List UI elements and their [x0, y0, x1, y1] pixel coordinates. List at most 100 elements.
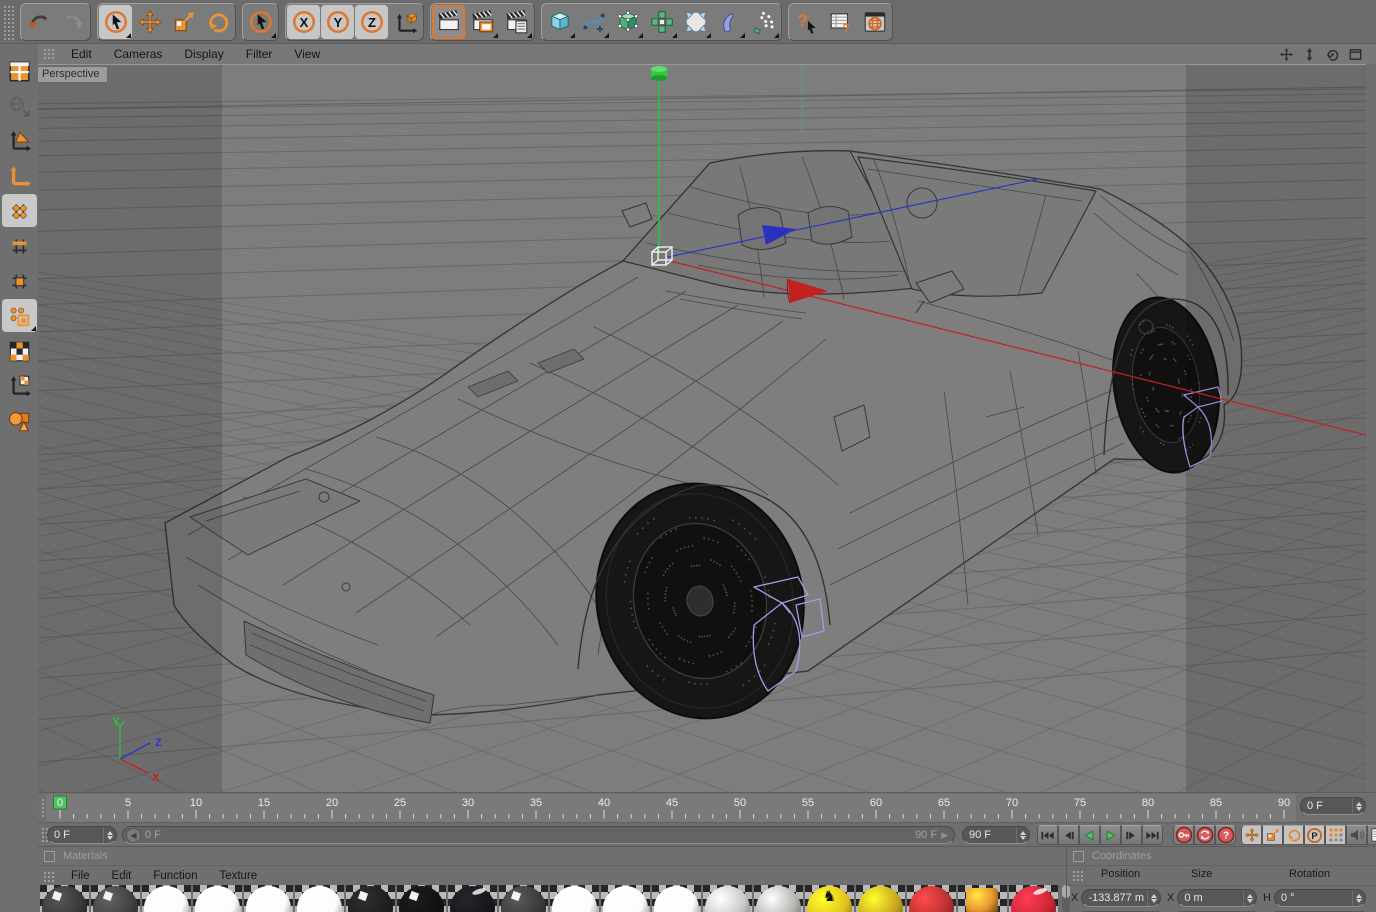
- rotate-tool-icon[interactable]: [201, 5, 234, 39]
- materials-menu-function[interactable]: Function: [142, 868, 208, 884]
- next-frame-icon[interactable]: [1121, 825, 1142, 845]
- spinner-icon[interactable]: [103, 827, 116, 843]
- material-swatch[interactable]: [1009, 885, 1058, 912]
- polygons-mode-icon[interactable]: [2, 264, 37, 297]
- spinner-icon[interactable]: [1243, 890, 1256, 906]
- lock-z-axis-icon[interactable]: Z: [355, 4, 388, 39]
- play-backwards-icon[interactable]: [1079, 825, 1100, 845]
- end-frame-field[interactable]: 90 F: [962, 826, 1030, 844]
- coordinates-drag-handle[interactable]: [1071, 869, 1084, 881]
- record-options-icon[interactable]: ?: [1215, 825, 1236, 845]
- viewport-canvas[interactable]: Y Z X: [0, 65, 1376, 866]
- power-slider[interactable]: ◀ 0 F 90 F ▶: [122, 826, 955, 844]
- material-swatch[interactable]: [142, 885, 191, 912]
- coordinates-title-bar[interactable]: Coordinates: [1067, 847, 1376, 866]
- record-keyframe-icon[interactable]: [1173, 825, 1194, 845]
- viewport[interactable]: Perspective Y Z X: [0, 64, 1376, 866]
- content-browser-icon[interactable]: [858, 5, 891, 39]
- command-manager-icon[interactable]: ?: [824, 5, 857, 39]
- record-scale-icon[interactable]: [1262, 825, 1283, 845]
- render-doc-icon[interactable]: [1367, 825, 1376, 845]
- dolly-view-icon[interactable]: [1300, 45, 1318, 63]
- sound-icon[interactable]: [1346, 825, 1367, 845]
- points-mode-icon[interactable]: [1, 194, 37, 227]
- material-swatch[interactable]: ♞: [805, 885, 854, 912]
- previous-frame-icon[interactable]: [1058, 825, 1079, 845]
- bend-deformer-icon[interactable]: [713, 5, 746, 39]
- object-axis-mode-icon[interactable]: [2, 159, 37, 192]
- size-x-field[interactable]: 0 m: [1177, 889, 1258, 907]
- spinner-icon[interactable]: [1147, 890, 1160, 906]
- orbit-view-icon[interactable]: [1323, 45, 1341, 63]
- timeline-frame-field[interactable]: 0 F: [1300, 797, 1366, 815]
- material-swatch[interactable]: [295, 885, 344, 912]
- lock-y-axis-icon[interactable]: Y: [321, 4, 354, 39]
- record-pla-icon[interactable]: [1325, 825, 1346, 845]
- uv-points-mode-icon[interactable]: [1, 299, 37, 332]
- hypernurbs-icon[interactable]: [611, 5, 644, 39]
- material-swatch[interactable]: [448, 885, 497, 912]
- menu-view[interactable]: View: [283, 45, 331, 63]
- scale-tool-icon[interactable]: [167, 5, 200, 39]
- live-selection-icon[interactable]: [99, 4, 132, 39]
- selection-tool-icon[interactable]: [244, 5, 277, 39]
- render-view-icon[interactable]: [432, 4, 465, 39]
- texture-axis-mode-icon[interactable]: [2, 369, 37, 402]
- material-swatch[interactable]: [550, 885, 599, 912]
- material-swatch[interactable]: [244, 885, 293, 912]
- material-swatch[interactable]: [907, 885, 956, 912]
- material-swatch[interactable]: [703, 885, 752, 912]
- material-swatch[interactable]: [397, 885, 446, 912]
- particle-emitter-icon[interactable]: [747, 5, 780, 39]
- spline-icon[interactable]: [577, 5, 610, 39]
- slider-handle[interactable]: ◀: [126, 827, 141, 843]
- menu-cameras[interactable]: Cameras: [103, 45, 174, 63]
- materials-menu-file[interactable]: File: [60, 868, 101, 884]
- record-position-icon[interactable]: [1241, 825, 1262, 845]
- material-swatch[interactable]: [193, 885, 242, 912]
- animation-mode-icon[interactable]: [2, 404, 37, 437]
- menu-display[interactable]: Display: [173, 45, 234, 63]
- play-forwards-icon[interactable]: [1100, 825, 1121, 845]
- viewport-label[interactable]: Perspective: [38, 67, 108, 82]
- render-settings-icon[interactable]: [500, 5, 533, 39]
- record-parameter-icon[interactable]: P: [1304, 825, 1325, 845]
- render-region-icon[interactable]: [466, 5, 499, 39]
- menu-edit[interactable]: Edit: [60, 45, 103, 63]
- coordinate-system-icon[interactable]: [389, 5, 422, 39]
- ffd-icon[interactable]: [679, 5, 712, 39]
- materials-menu-edit[interactable]: Edit: [101, 868, 143, 884]
- texture-mode-icon[interactable]: [2, 334, 37, 367]
- undo-icon[interactable]: [22, 5, 55, 39]
- rotation-h-field[interactable]: 0 °: [1273, 889, 1366, 907]
- material-swatch[interactable]: [754, 885, 803, 912]
- material-swatch[interactable]: [958, 885, 1007, 912]
- help-icon[interactable]: ?: [790, 5, 823, 39]
- pan-view-icon[interactable]: [1277, 45, 1295, 63]
- primitive-cube-icon[interactable]: [543, 5, 576, 39]
- move-tool-icon[interactable]: [133, 5, 166, 39]
- materials-menu-drag-handle[interactable]: [42, 869, 56, 883]
- goto-end-icon[interactable]: [1142, 825, 1163, 845]
- position-x-field[interactable]: -133.877 m: [1081, 889, 1162, 907]
- current-frame-field[interactable]: 0 F: [47, 826, 117, 844]
- toolbar-drag-handle[interactable]: [2, 3, 14, 40]
- panel-pin-icon[interactable]: [1073, 850, 1084, 862]
- timeline-ruler[interactable]: 0 5 10 15 20 25 30 35 40 45 50 55 60 65 70 75 80 85 90: [46, 794, 1299, 822]
- material-swatch[interactable]: [652, 885, 701, 912]
- material-swatch[interactable]: [499, 885, 548, 912]
- lock-x-axis-icon[interactable]: X: [287, 4, 320, 39]
- spinner-icon[interactable]: [1016, 827, 1029, 843]
- menu-filter[interactable]: Filter: [235, 45, 284, 63]
- viewport-menu-drag-handle[interactable]: [42, 47, 56, 61]
- maximize-view-icon[interactable]: [1346, 45, 1364, 63]
- materials-menu-texture[interactable]: Texture: [208, 868, 268, 884]
- make-editable-icon[interactable]: [2, 54, 37, 87]
- record-rotation-icon[interactable]: [1283, 825, 1304, 845]
- array-icon[interactable]: [645, 5, 678, 39]
- material-swatch[interactable]: [856, 885, 905, 912]
- model-mode-icon[interactable]: [2, 124, 37, 157]
- materials-title-bar[interactable]: Materials: [38, 847, 1066, 866]
- material-swatch[interactable]: [601, 885, 650, 912]
- edges-mode-icon[interactable]: [2, 229, 37, 262]
